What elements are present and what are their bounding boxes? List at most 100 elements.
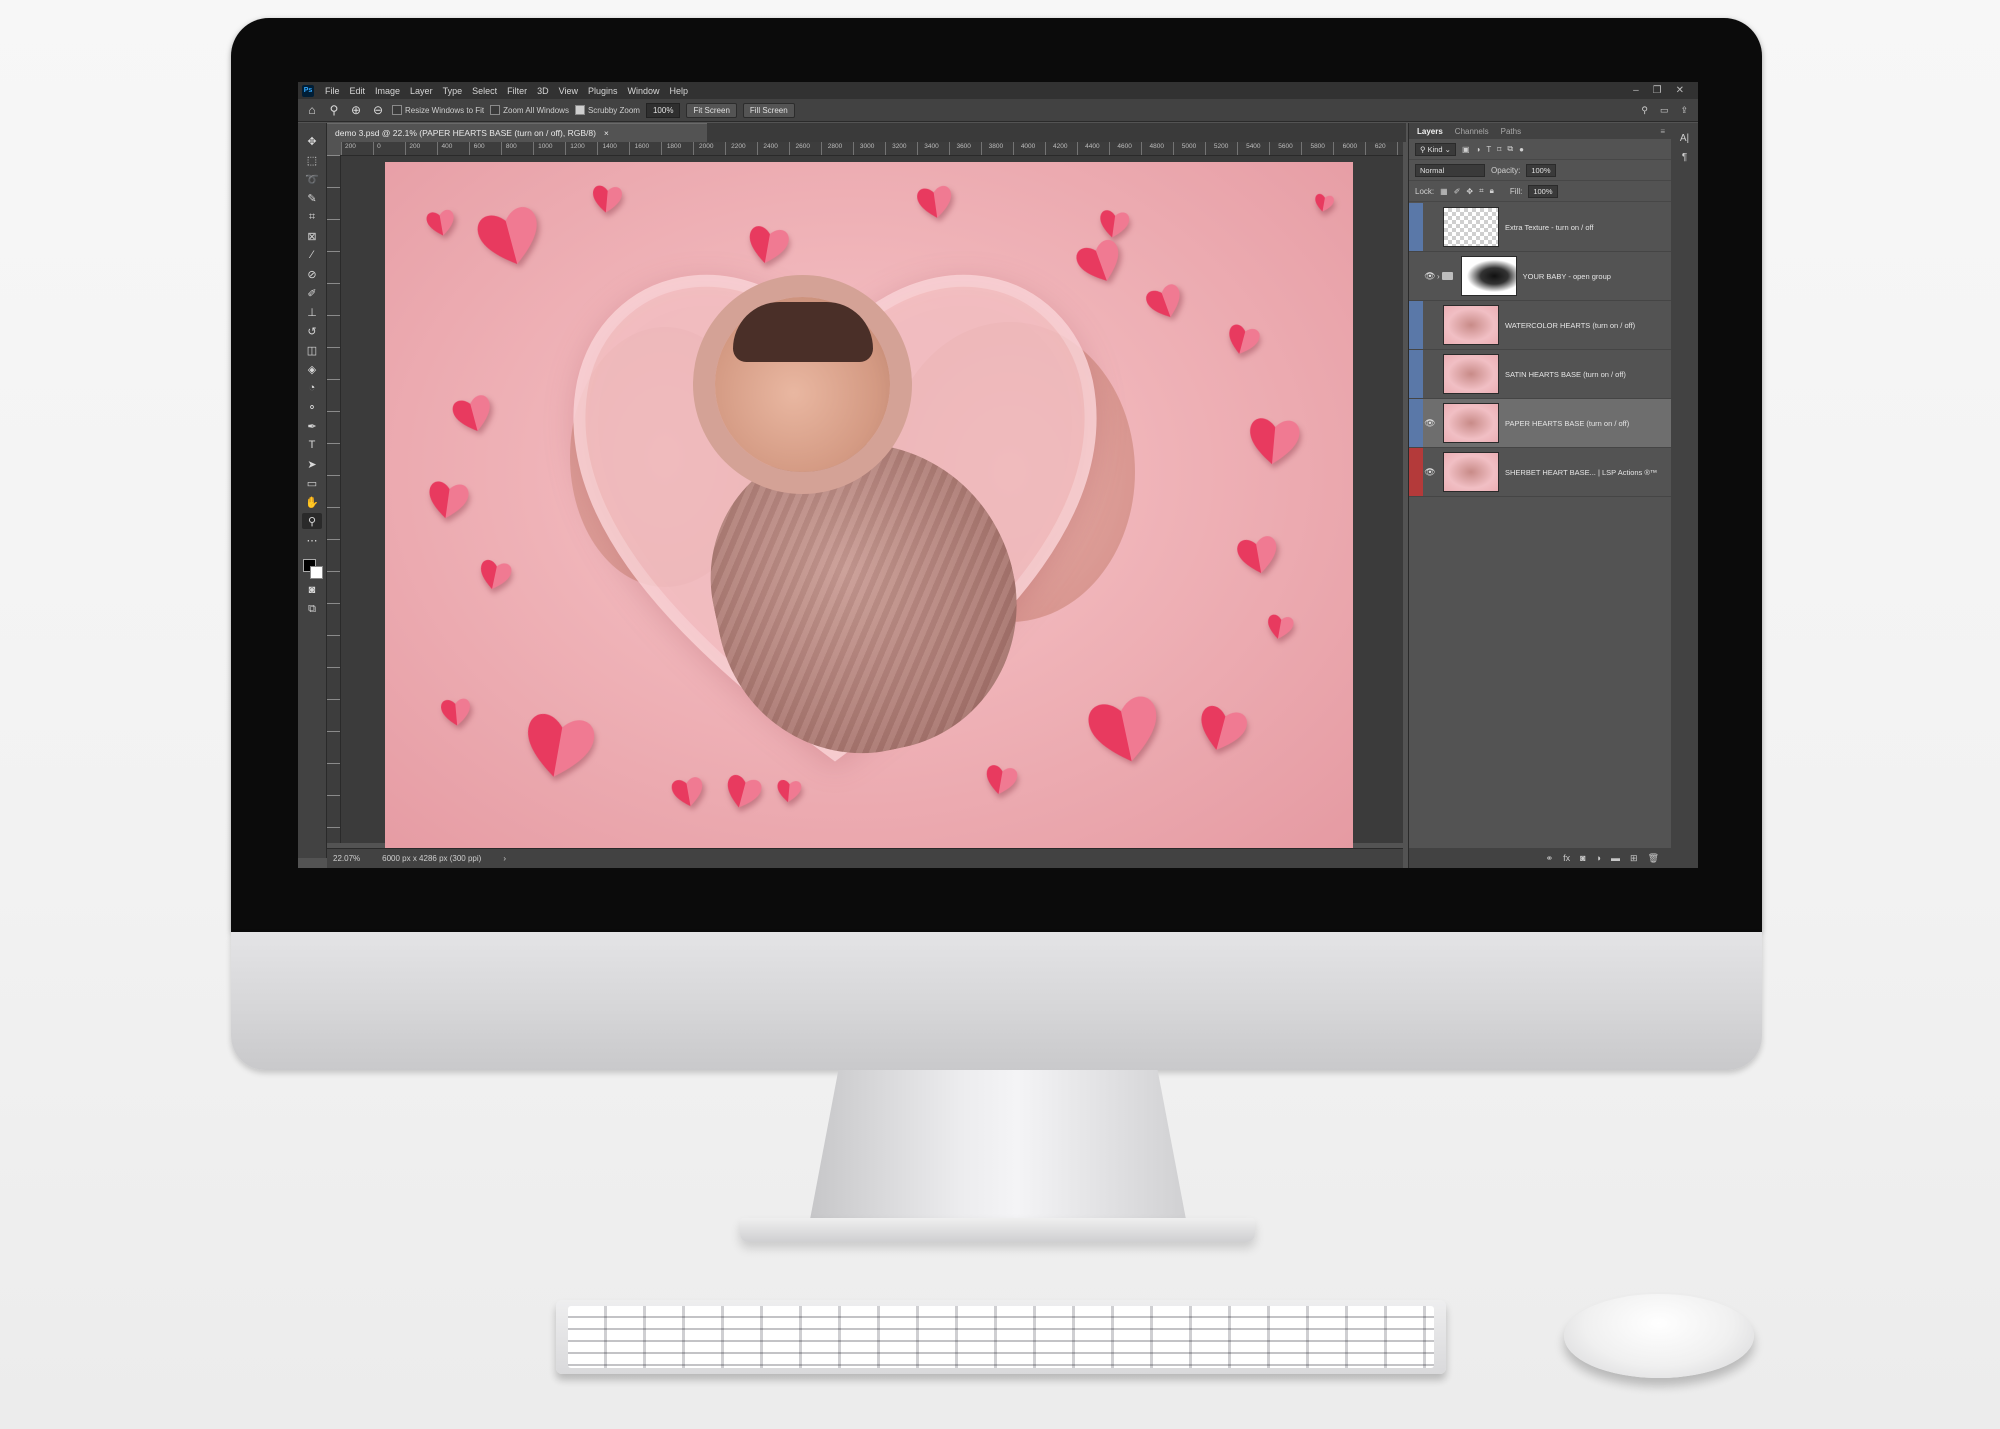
gradient-tool-icon[interactable]: ◈ [302,361,322,377]
filter-smart-icon[interactable]: ⧉ [1507,144,1513,154]
layer-color-tag [1409,301,1423,349]
layer-row[interactable]: 👁︎ › YOUR BABY - open group [1409,252,1671,301]
layer-row[interactable]: Extra Texture - turn on / off [1409,203,1671,252]
layer-row[interactable]: 👁︎ SHERBET HEART BASE... | LSP Actions ®… [1409,448,1671,497]
filter-toggle-icon[interactable]: ● [1519,145,1524,154]
eyedropper-tool-icon[interactable]: ⁄ [302,247,322,263]
resize-windows-checkbox[interactable]: Resize Windows to Fit [392,105,484,115]
zoom-tool-icon[interactable]: ⚲ [302,513,322,529]
lock-artboard-icon[interactable]: ⌗ [1479,186,1484,196]
menu-layer[interactable]: Layer [405,86,438,96]
options-right: ⚲ ▭ ⇪ [1641,105,1698,116]
opacity-field[interactable]: 100% [1526,163,1556,177]
brush-tool-icon[interactable]: ✐ [302,285,322,301]
fit-screen-button[interactable]: Fit Screen [686,102,737,118]
menu-select[interactable]: Select [467,86,502,96]
visibility-toggle-icon[interactable]: 👁︎ [1423,418,1437,429]
new-layer-icon[interactable]: ⊞ [1630,853,1638,864]
layer-row[interactable]: WATERCOLOR HEARTS (turn on / off) [1409,301,1671,350]
close-tab-icon[interactable]: × [604,128,609,138]
status-zoom[interactable]: 22.07% [333,854,360,863]
fill-field[interactable]: 100% [1528,184,1558,198]
menu-window[interactable]: Window [623,86,665,96]
background-color[interactable] [310,566,323,579]
lock-position-icon[interactable]: ✥ [1466,187,1473,196]
stamp-tool-icon[interactable]: ⊥ [302,304,322,320]
lock-all-icon[interactable]: 🔒︎ [1490,186,1494,196]
menu-file[interactable]: File [320,86,345,96]
search-icon[interactable]: ⚲ [1641,105,1648,116]
panel-menu-icon[interactable]: ≡ [1660,127,1671,136]
share-icon[interactable]: ⇪ [1680,105,1688,116]
menu-image[interactable]: Image [370,86,405,96]
eraser-tool-icon[interactable]: ◫ [302,342,322,358]
status-arrow-icon[interactable]: › [503,854,506,863]
zoom-tool-icon[interactable]: ⚲ [326,103,342,117]
menu-filter[interactable]: Filter [502,86,532,96]
fx-icon[interactable]: fx [1563,853,1570,863]
menu-type[interactable]: Type [438,86,468,96]
menu-view[interactable]: View [554,86,583,96]
healing-tool-icon[interactable]: ⊘ [302,266,322,282]
frame-tool-icon[interactable]: ⊠ [302,228,322,244]
zoom-level-field[interactable]: 100% [645,102,681,118]
blur-tool-icon[interactable]: ◔ [302,380,322,396]
filter-pixel-icon[interactable]: ▣ [1462,145,1470,154]
visibility-toggle-icon[interactable]: 👁︎ [1423,271,1437,282]
lock-pixels-icon[interactable]: ✐ [1454,187,1461,196]
zoom-out-icon[interactable]: ⊖ [370,103,386,117]
path-select-tool-icon[interactable]: ➤ [302,456,322,472]
marquee-tool-icon[interactable]: ⬚ [302,152,322,168]
type-tool-icon[interactable]: T [302,437,322,453]
pen-tool-icon[interactable]: ✒ [302,418,322,434]
fill-screen-button[interactable]: Fill Screen [742,102,795,118]
layer-row[interactable]: SATIN HEARTS BASE (turn on / off) [1409,350,1671,399]
color-swatches[interactable] [301,557,323,579]
menu-plugins[interactable]: Plugins [583,86,623,96]
paragraph-panel-icon[interactable]: ¶ [1682,152,1687,163]
screen-mode-icon[interactable]: ⧉ [302,601,322,617]
character-panel-icon[interactable]: A| [1680,133,1689,144]
restore-icon[interactable]: ❐ [1653,85,1662,96]
move-tool-icon[interactable]: ✥ [302,133,322,149]
ruler-label: 1800 [666,143,682,150]
filter-shape-icon[interactable]: ⌑ [1497,145,1501,154]
tab-layers[interactable]: Layers [1417,127,1443,136]
link-layers-icon[interactable]: ⚭ [1546,853,1554,864]
lasso-tool-icon[interactable]: ➰ [302,171,322,187]
shape-tool-icon[interactable]: ▭ [302,475,322,491]
workspace-icon[interactable]: ▭ [1660,105,1669,116]
blend-mode-select[interactable]: Normal [1415,163,1485,177]
tab-paths[interactable]: Paths [1501,127,1521,136]
close-icon[interactable]: ✕ [1676,85,1684,96]
filter-type-icon[interactable]: T [1486,145,1491,154]
layer-row[interactable]: 👁︎ PAPER HEARTS BASE (turn on / off) [1409,399,1671,448]
visibility-toggle-icon[interactable]: 👁︎ [1423,467,1437,478]
scrubby-zoom-checkbox[interactable]: Scrubby Zoom [574,105,640,115]
delete-layer-icon[interactable]: 🗑︎ [1648,853,1659,864]
add-mask-icon[interactable]: ◙ [1580,853,1585,863]
tab-channels[interactable]: Channels [1455,127,1489,136]
document-canvas[interactable] [385,162,1353,852]
new-group-icon[interactable]: ▬ [1611,853,1620,863]
hand-tool-icon[interactable]: ✋ [302,494,322,510]
minimize-icon[interactable]: – [1633,85,1639,96]
quick-select-tool-icon[interactable]: ✎ [302,190,322,206]
filter-kind-select[interactable]: ⚲ Kind ⌄ [1415,142,1456,156]
home-icon[interactable]: ⌂ [304,103,320,117]
menu-help[interactable]: Help [665,86,694,96]
lock-transparent-icon[interactable]: ▦ [1440,187,1448,196]
document-tab[interactable]: demo 3.psd @ 22.1% (PAPER HEARTS BASE (t… [327,123,707,142]
quick-mask-icon[interactable]: ◙ [302,582,322,598]
history-brush-icon[interactable]: ↺ [302,323,322,339]
dodge-tool-icon[interactable]: ⚬ [302,399,322,415]
zoom-in-icon[interactable]: ⊕ [348,103,364,117]
adjustment-layer-icon[interactable]: ◑ [1596,853,1601,863]
group-expand-icon[interactable]: › [1437,272,1440,281]
filter-adjust-icon[interactable]: ◑ [1476,145,1481,154]
menu-edit[interactable]: Edit [345,86,371,96]
more-tools-icon[interactable]: ⋯ [302,532,322,548]
zoom-all-windows-checkbox[interactable]: Zoom All Windows [490,105,569,115]
crop-tool-icon[interactable]: ⌗ [302,209,322,225]
menu-3d[interactable]: 3D [532,86,554,96]
